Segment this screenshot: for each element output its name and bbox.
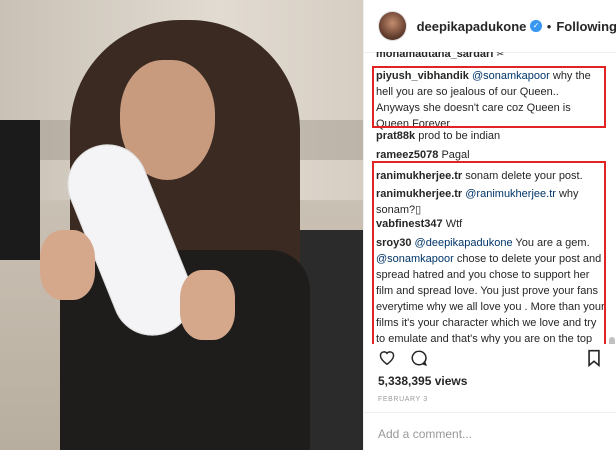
heart-icon[interactable] (378, 349, 396, 365)
comment-user[interactable]: rameez5078 (376, 149, 438, 161)
comment-user[interactable]: monamadtana_sardari (376, 52, 493, 60)
comments-list[interactable]: monamadtana_sardari ✂ piyush_vibhandik @… (364, 52, 616, 344)
separator: • (546, 18, 552, 34)
verified-badge-icon: ✓ (530, 20, 542, 32)
action-bar (364, 345, 616, 369)
background-monitor (0, 120, 40, 260)
comment-icon[interactable] (410, 349, 428, 367)
avatar[interactable] (378, 11, 407, 41)
add-comment-area[interactable]: Add a comment... (364, 412, 616, 451)
comment-2: prat88k prod to be indian (364, 128, 512, 144)
comments-scrollbar[interactable] (609, 337, 615, 344)
post-sidebar: deepikapadukone ✓ • Following monamadtan… (363, 0, 616, 450)
post-date: FEBRUARY 3 (378, 396, 428, 403)
bookmark-icon[interactable] (587, 349, 601, 367)
comment-text: Pagal (441, 149, 470, 161)
view-count: 5,338,395 views (378, 374, 468, 388)
comment-user[interactable]: prat88k (376, 130, 415, 142)
thumbs-icon: ✂ (496, 52, 504, 59)
username[interactable]: deepikapadukone (417, 19, 527, 34)
post-video[interactable] (0, 0, 363, 450)
following-button[interactable]: Following (556, 19, 616, 34)
right-hand (180, 270, 235, 340)
post-header: deepikapadukone ✓ • Following (364, 0, 616, 53)
highlight-box-2 (372, 161, 606, 344)
add-comment-input[interactable]: Add a comment... (378, 427, 472, 441)
left-hand (40, 230, 95, 300)
comment-0: monamadtana_sardari ✂ (364, 52, 516, 62)
highlight-box-1 (372, 66, 606, 128)
comment-text: prod to be indian (418, 130, 501, 142)
